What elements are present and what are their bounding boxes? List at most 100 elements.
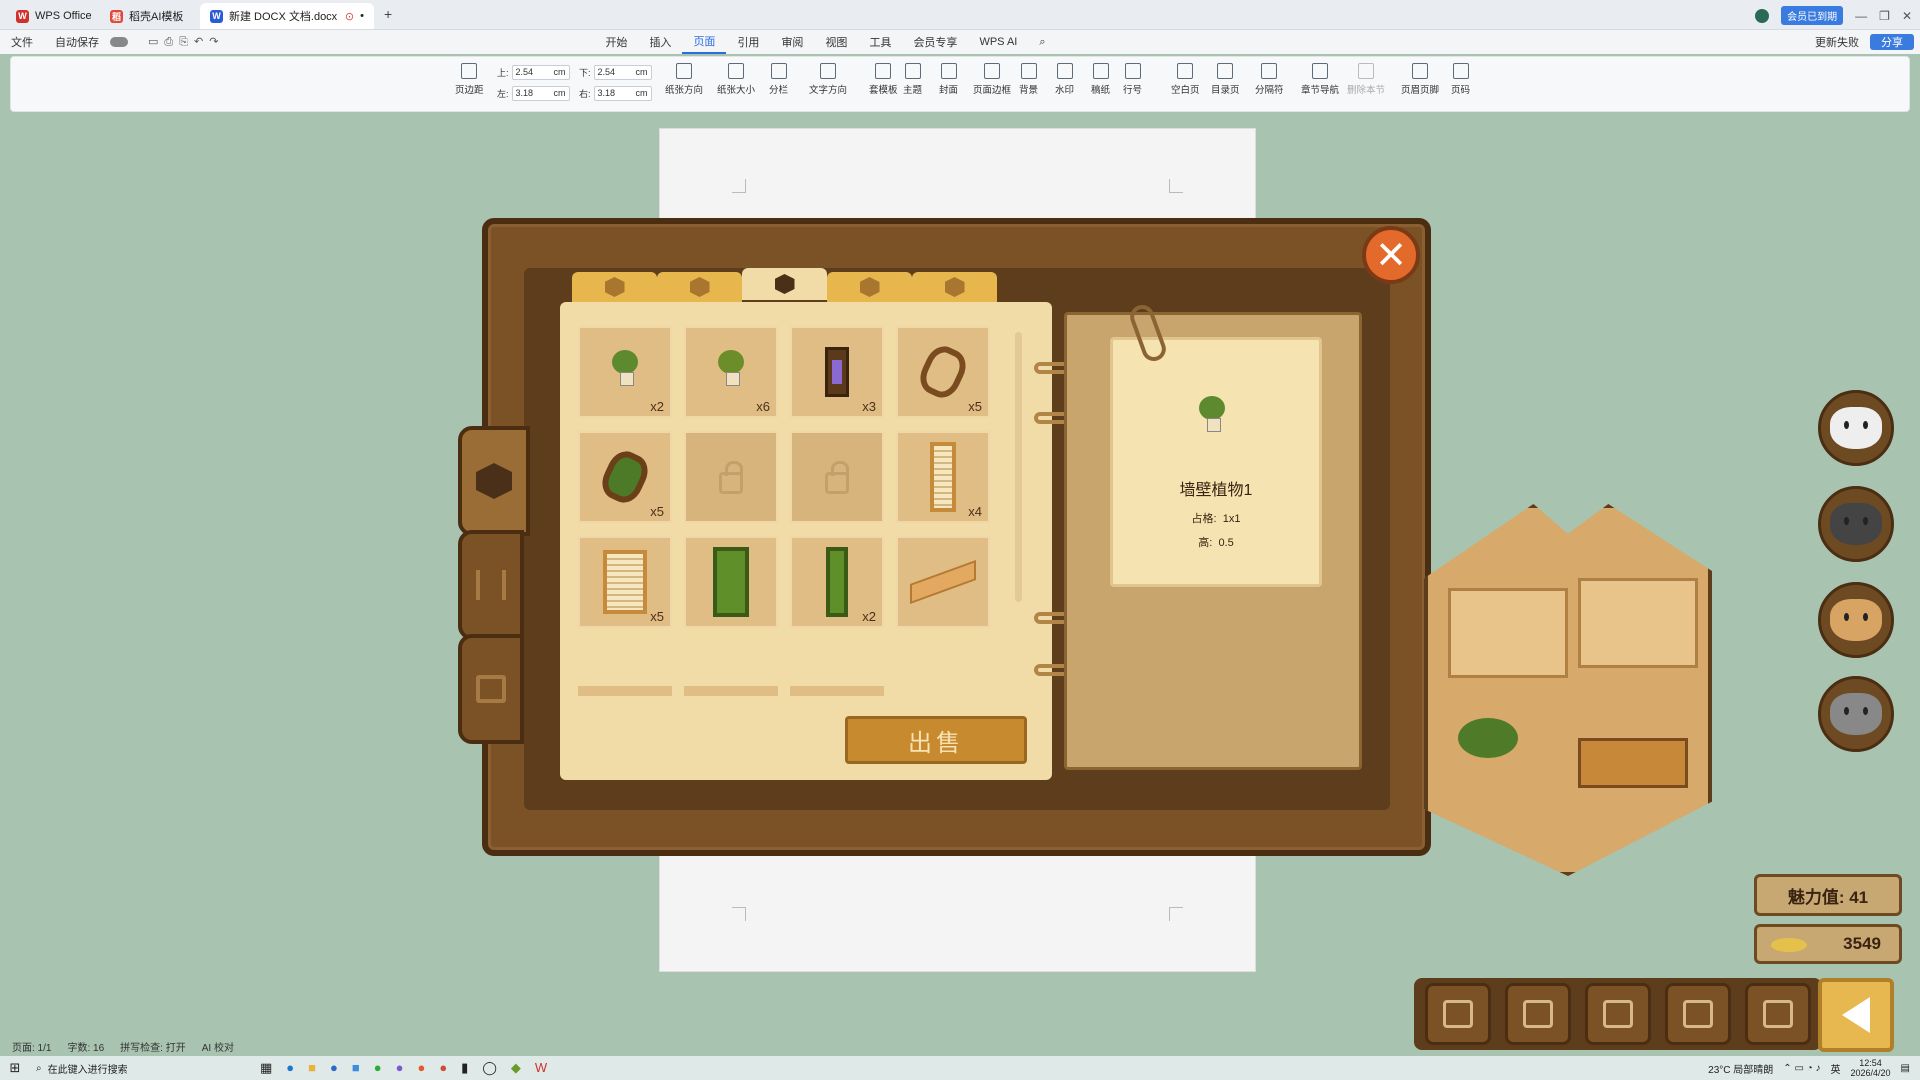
language-indicator[interactable]: 英: [1831, 1061, 1841, 1076]
ai-proofread[interactable]: AI 校对: [202, 1039, 234, 1054]
app-icon[interactable]: ●: [417, 1060, 425, 1076]
item-slot[interactable]: x5: [578, 431, 672, 523]
minimize-icon[interactable]: —: [1855, 9, 1867, 23]
close-button[interactable]: ✕: [1362, 226, 1420, 284]
item-slot[interactable]: x2: [578, 326, 672, 418]
section-nav-button[interactable]: 章节导航: [1301, 63, 1339, 96]
side-tab-fence[interactable]: [458, 530, 524, 640]
cat-avatar-2[interactable]: [1818, 486, 1894, 562]
menu-view[interactable]: 视图: [814, 34, 858, 50]
new-tab-button[interactable]: +: [384, 6, 392, 22]
game-app-icon[interactable]: ◆: [511, 1060, 521, 1076]
menu-member[interactable]: 会员专享: [902, 34, 968, 50]
notification-icon[interactable]: ▤: [1901, 1063, 1910, 1074]
chrome-icon[interactable]: ●: [439, 1060, 447, 1076]
item-scrollbar[interactable]: [1015, 332, 1022, 602]
item-slot[interactable]: x4: [896, 431, 990, 523]
category-tab-4[interactable]: [827, 272, 912, 302]
app-icon[interactable]: ◯: [482, 1060, 497, 1076]
item-slot[interactable]: x2: [790, 536, 884, 628]
vip-status-badge[interactable]: 会员已到期: [1781, 6, 1844, 25]
item-slot[interactable]: x5: [578, 536, 672, 628]
item-slot[interactable]: x3: [790, 326, 884, 418]
orientation-button[interactable]: 纸张方向: [665, 63, 703, 96]
weather-info[interactable]: 23°C 局部晴朗: [1708, 1061, 1773, 1076]
cover-button[interactable]: 封面: [939, 63, 958, 96]
text-direction-button[interactable]: 文字方向: [809, 63, 847, 96]
app-icon[interactable]: ■: [352, 1060, 360, 1076]
item-slot[interactable]: [684, 536, 778, 628]
folder-icon[interactable]: ■: [308, 1060, 316, 1076]
menu-insert[interactable]: 插入: [638, 34, 682, 50]
menu-home[interactable]: 开始: [594, 34, 638, 50]
margin-bottom-field[interactable]: 2.54 cm: [593, 65, 652, 80]
item-slot[interactable]: x6: [684, 326, 778, 418]
word-count[interactable]: 字数: 16: [67, 1039, 104, 1054]
menu-wps-ai[interactable]: WPS AI: [968, 36, 1028, 48]
mail-icon[interactable]: ●: [330, 1060, 338, 1076]
menu-review[interactable]: 审阅: [770, 34, 814, 50]
app-icon[interactable]: ▮: [461, 1060, 468, 1076]
room-preview[interactable]: [1424, 504, 1712, 876]
manuscript-button[interactable]: 稿纸: [1091, 63, 1110, 96]
line-number-button[interactable]: 行号: [1123, 63, 1142, 96]
search-icon[interactable]: ⌕: [1028, 36, 1056, 49]
category-tab-1[interactable]: [572, 272, 657, 302]
menu-references[interactable]: 引用: [726, 34, 770, 50]
wechat-icon[interactable]: ●: [374, 1060, 382, 1076]
autosave-switch[interactable]: [110, 37, 128, 47]
page-border-button[interactable]: 页面边框: [973, 63, 1011, 96]
category-tab-5[interactable]: [912, 272, 997, 302]
theme-button[interactable]: 主题: [903, 63, 922, 96]
close-window-icon[interactable]: ✕: [1902, 9, 1912, 23]
side-tab-furniture[interactable]: [458, 426, 530, 536]
menu-page[interactable]: 页面: [682, 30, 727, 54]
item-slot[interactable]: [896, 536, 990, 628]
autosave-toggle[interactable]: 自动保存: [44, 34, 110, 50]
cat-avatar-3[interactable]: [1818, 582, 1894, 658]
delete-section-button[interactable]: 删除本节: [1347, 63, 1385, 96]
spell-check[interactable]: 拼写检查: 打开: [120, 1039, 186, 1054]
taskbar-search[interactable]: ⌕ 在此键入进行搜索: [30, 1061, 220, 1076]
tray-icons[interactable]: ⌃ ▭ ◔ ♪: [1783, 1063, 1820, 1074]
quick-access-icons[interactable]: ▭⎙⎘↶↷: [148, 35, 224, 49]
update-status[interactable]: 更新失败: [1804, 34, 1870, 50]
category-tab-2[interactable]: [657, 272, 742, 302]
margin-top-field[interactable]: 2.54 cm: [511, 65, 570, 80]
avatar[interactable]: [1755, 8, 1770, 23]
cat-avatar-1[interactable]: [1818, 390, 1894, 466]
edge-icon[interactable]: ●: [286, 1060, 294, 1076]
margins-button[interactable]: 页边距: [455, 63, 484, 96]
docer-icon: 稻: [110, 9, 123, 23]
restore-icon[interactable]: ❐: [1879, 9, 1890, 23]
blank-page-button[interactable]: 空白页: [1171, 63, 1200, 96]
margin-left-field[interactable]: 3.18 cm: [511, 86, 570, 101]
windows-start-icon[interactable]: ⊞: [0, 1060, 30, 1076]
margin-right-field[interactable]: 3.18 cm: [593, 86, 652, 101]
clock[interactable]: 12:54 2026/4/20: [1851, 1058, 1891, 1078]
header-footer-button[interactable]: 页眉页脚: [1401, 63, 1439, 96]
tab-new-docx[interactable]: W 新建 DOCX 文档.docx ⊙ •: [200, 3, 374, 29]
menu-tools[interactable]: 工具: [858, 34, 902, 50]
file-menu[interactable]: 文件: [0, 34, 44, 50]
background-button[interactable]: 背景: [1019, 63, 1038, 96]
columns-button[interactable]: 分栏: [769, 63, 788, 96]
app-icon[interactable]: ●: [396, 1060, 404, 1076]
side-tab-wallpaper[interactable]: [458, 634, 524, 744]
cat-avatar-4[interactable]: [1818, 676, 1894, 752]
watermark-button[interactable]: 水印: [1055, 63, 1074, 96]
toc-page-button[interactable]: 目录页: [1211, 63, 1240, 96]
wps-taskbar-icon[interactable]: W: [535, 1060, 547, 1076]
template-button[interactable]: 套模板: [869, 63, 898, 96]
page-number-button[interactable]: 页码: [1451, 63, 1470, 96]
task-view-icon[interactable]: ▦: [260, 1060, 272, 1076]
tab-docer-templates[interactable]: 稻 稻壳AI模板: [100, 3, 193, 29]
item-slot[interactable]: x5: [896, 326, 990, 418]
close-tab-icon[interactable]: •: [360, 10, 364, 22]
sell-button[interactable]: 出售: [845, 716, 1027, 764]
separator-button[interactable]: 分隔符: [1255, 63, 1284, 96]
share-button[interactable]: 分享: [1870, 34, 1914, 50]
category-tab-3[interactable]: [742, 268, 827, 300]
paper-size-button[interactable]: 纸张大小: [717, 63, 755, 96]
tab-wps-office[interactable]: W WPS Office: [6, 3, 102, 29]
